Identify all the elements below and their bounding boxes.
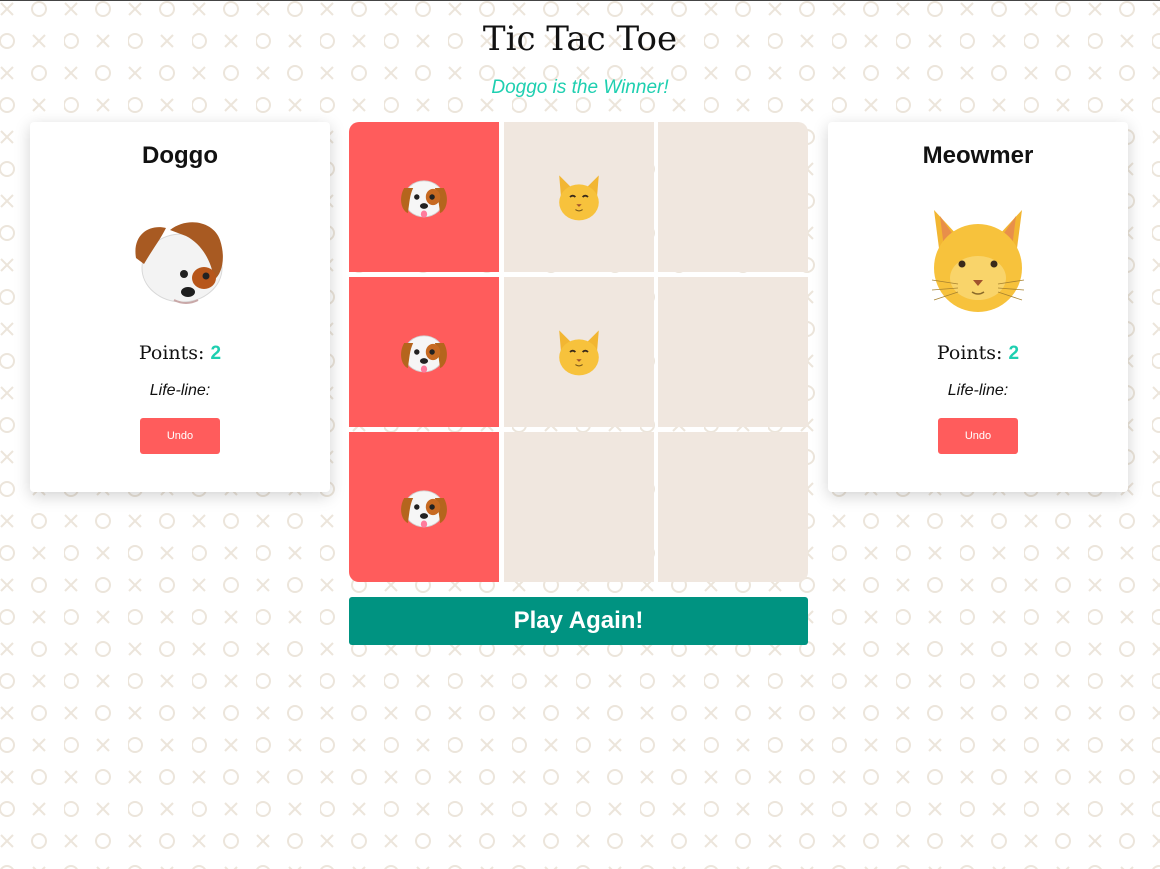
player-name: Meowmer [922,142,1034,169]
cat-face-icon [931,210,1025,312]
undo-button[interactable]: Undo [938,418,1018,454]
board-cell[interactable] [503,277,654,427]
points-value: 2 [210,343,222,364]
points-display: Points: 2 [828,342,1128,365]
board-cell[interactable] [503,122,654,272]
board-cell[interactable] [658,432,808,582]
winner-status: Doggo is the Winner! [491,77,669,98]
dog-face-icon [135,222,223,304]
undo-button[interactable]: Undo [140,418,220,454]
player-card-doggo: Doggo Points: 2 Life-line: Undo [30,122,330,492]
board-cell[interactable] [349,122,499,272]
board-cell[interactable] [349,277,499,427]
points-value: 2 [1008,343,1020,364]
points-label: Points: [138,342,205,364]
play-again-button[interactable]: Play Again! [349,597,808,645]
points-label: Points: [936,342,1003,364]
player-card-meowmer: Meowmer Points: 2 Life-line: Undo [828,122,1128,492]
board-cell[interactable] [503,432,654,582]
board-cell[interactable] [658,122,808,272]
board-cell[interactable] [349,432,499,582]
dog-face-icon [401,490,447,528]
cat-face-icon [558,330,599,376]
dog-face-icon [401,180,447,218]
board-cell[interactable] [658,277,808,427]
lifeline-label: Life-line: [149,382,211,399]
page-title: Tic Tac Toe [482,19,678,59]
lifeline-label: Life-line: [947,382,1009,399]
dog-face-icon [401,335,447,373]
cat-face-icon [558,175,599,221]
player-name: Doggo [142,142,218,169]
points-display: Points: 2 [30,342,330,365]
game-board [349,122,808,582]
